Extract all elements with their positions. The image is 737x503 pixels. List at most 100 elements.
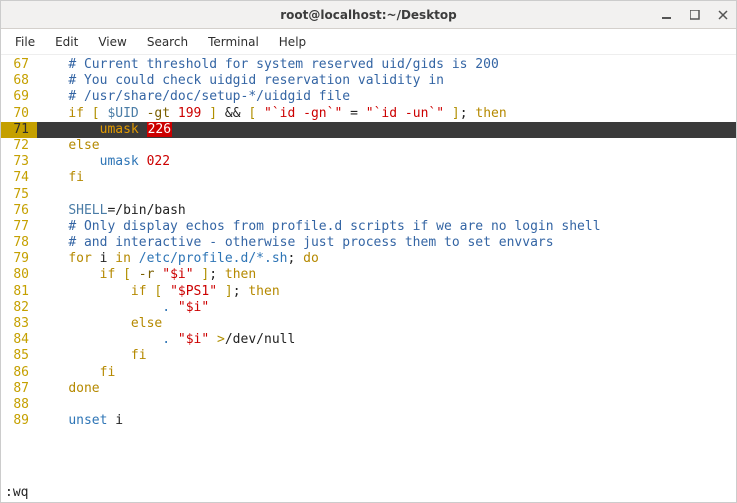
string: "`id -un`" — [366, 106, 444, 121]
code-line: 89 unset i — [1, 413, 736, 429]
code-line-current: 71 umask 226 — [1, 122, 736, 138]
string: "$PS1" — [170, 284, 217, 299]
window-title: root@localhost:~/Desktop — [280, 8, 457, 22]
string: "$i" — [162, 267, 193, 282]
bracket: ] — [217, 284, 233, 299]
maximize-icon[interactable] — [688, 8, 702, 22]
code-line: 87 done — [1, 381, 736, 397]
code-line: 80 if [ -r "$i" ]; then — [1, 267, 736, 283]
builtin-source: . — [162, 300, 178, 315]
keyword-fi: fi — [131, 348, 147, 363]
keyword-else: else — [68, 138, 99, 153]
line-number: 74 — [1, 170, 37, 186]
value: /bin/bash — [115, 203, 185, 218]
line-number: 76 — [1, 203, 37, 219]
menu-help[interactable]: Help — [271, 32, 314, 52]
string: "$i" — [178, 332, 209, 347]
line-number: 82 — [1, 300, 37, 316]
line-number: 67 — [1, 57, 37, 73]
code-line: 70 if [ $UID -gt 199 ] && [ "`id -gn`" =… — [1, 106, 736, 122]
builtin-unset: unset — [68, 413, 107, 428]
code-line: 73 umask 022 — [1, 154, 736, 170]
variable: SHELL — [68, 203, 107, 218]
comment: # Only display echos from profile.d scri… — [68, 219, 600, 234]
code-line: 77 # Only display echos from profile.d s… — [1, 219, 736, 235]
code-line: 68 # You could check uidgid reservation … — [1, 73, 736, 89]
line-number: 80 — [1, 267, 37, 283]
comment: # You could check uidgid reservation val… — [68, 73, 444, 88]
path: /etc/profile.d/*.sh — [131, 251, 288, 266]
code-line: 76 SHELL=/bin/bash — [1, 203, 736, 219]
line-number: 89 — [1, 413, 37, 429]
number: 199 — [178, 106, 201, 121]
line-number: 79 — [1, 251, 37, 267]
line-number: 84 — [1, 332, 37, 348]
redirect: > — [209, 332, 225, 347]
line-number: 87 — [1, 381, 37, 397]
menu-search[interactable]: Search — [139, 32, 196, 52]
menubar: File Edit View Search Terminal Help — [1, 29, 736, 55]
builtin-source: . — [162, 332, 178, 347]
code-line: 67 # Current threshold for system reserv… — [1, 57, 736, 73]
code-line: 88 — [1, 397, 736, 413]
editor-area[interactable]: 67 # Current threshold for system reserv… — [1, 55, 736, 484]
builtin-umask: umask — [100, 154, 139, 169]
code-line: 69 # /usr/share/doc/setup-*/uidgid file — [1, 89, 736, 105]
vim-command-line[interactable]: :wq — [1, 484, 736, 502]
line-number: 69 — [1, 89, 37, 105]
keyword-if: if — [131, 284, 147, 299]
bracket: ] — [201, 106, 217, 121]
operator: -r — [139, 267, 162, 282]
keyword-in: in — [115, 251, 131, 266]
semicolon: ; — [233, 284, 249, 299]
line-number: 86 — [1, 365, 37, 381]
code-line: 85 fi — [1, 348, 736, 364]
window-controls — [660, 8, 730, 22]
bracket: ] — [444, 106, 460, 121]
operator: = — [342, 106, 365, 121]
line-number: 77 — [1, 219, 37, 235]
menu-file[interactable]: File — [7, 32, 43, 52]
line-number: 75 — [1, 187, 37, 203]
code-line: 82 . "$i" — [1, 300, 736, 316]
titlebar: root@localhost:~/Desktop — [1, 1, 736, 29]
code-line: 72 else — [1, 138, 736, 154]
bracket: ] — [194, 267, 210, 282]
line-number: 68 — [1, 73, 37, 89]
close-icon[interactable] — [716, 8, 730, 22]
keyword-fi: fi — [100, 365, 116, 380]
semicolon: ; — [287, 251, 303, 266]
code-line: 81 if [ "$PS1" ]; then — [1, 284, 736, 300]
keyword-for: for — [68, 251, 91, 266]
line-number: 71 — [1, 122, 37, 138]
string: "$i" — [178, 300, 209, 315]
comment: # Current threshold for system reserved … — [68, 57, 498, 72]
operator: -gt — [139, 106, 178, 121]
line-number: 85 — [1, 348, 37, 364]
number: 022 — [139, 154, 170, 169]
keyword-fi: fi — [68, 170, 84, 185]
space — [139, 122, 147, 137]
number: 226 — [147, 122, 172, 137]
keyword-then: then — [248, 284, 279, 299]
variable: $UID — [107, 106, 138, 121]
menu-terminal[interactable]: Terminal — [200, 32, 267, 52]
path: /dev/null — [225, 332, 295, 347]
variable: i — [92, 251, 115, 266]
menu-edit[interactable]: Edit — [47, 32, 86, 52]
keyword-if: if — [68, 106, 84, 121]
variable: i — [107, 413, 123, 428]
comment: # /usr/share/doc/setup-*/uidgid file — [68, 89, 350, 104]
line-number: 81 — [1, 284, 37, 300]
builtin-umask: umask — [100, 122, 139, 137]
keyword-do: do — [303, 251, 319, 266]
line-number: 72 — [1, 138, 37, 154]
line-number: 73 — [1, 154, 37, 170]
semicolon: ; — [460, 106, 476, 121]
code-line: 79 for i in /etc/profile.d/*.sh; do — [1, 251, 736, 267]
keyword-if: if — [100, 267, 116, 282]
bracket: [ — [147, 284, 170, 299]
minimize-icon[interactable] — [660, 8, 674, 22]
menu-view[interactable]: View — [90, 32, 134, 52]
line-number: 88 — [1, 397, 37, 413]
